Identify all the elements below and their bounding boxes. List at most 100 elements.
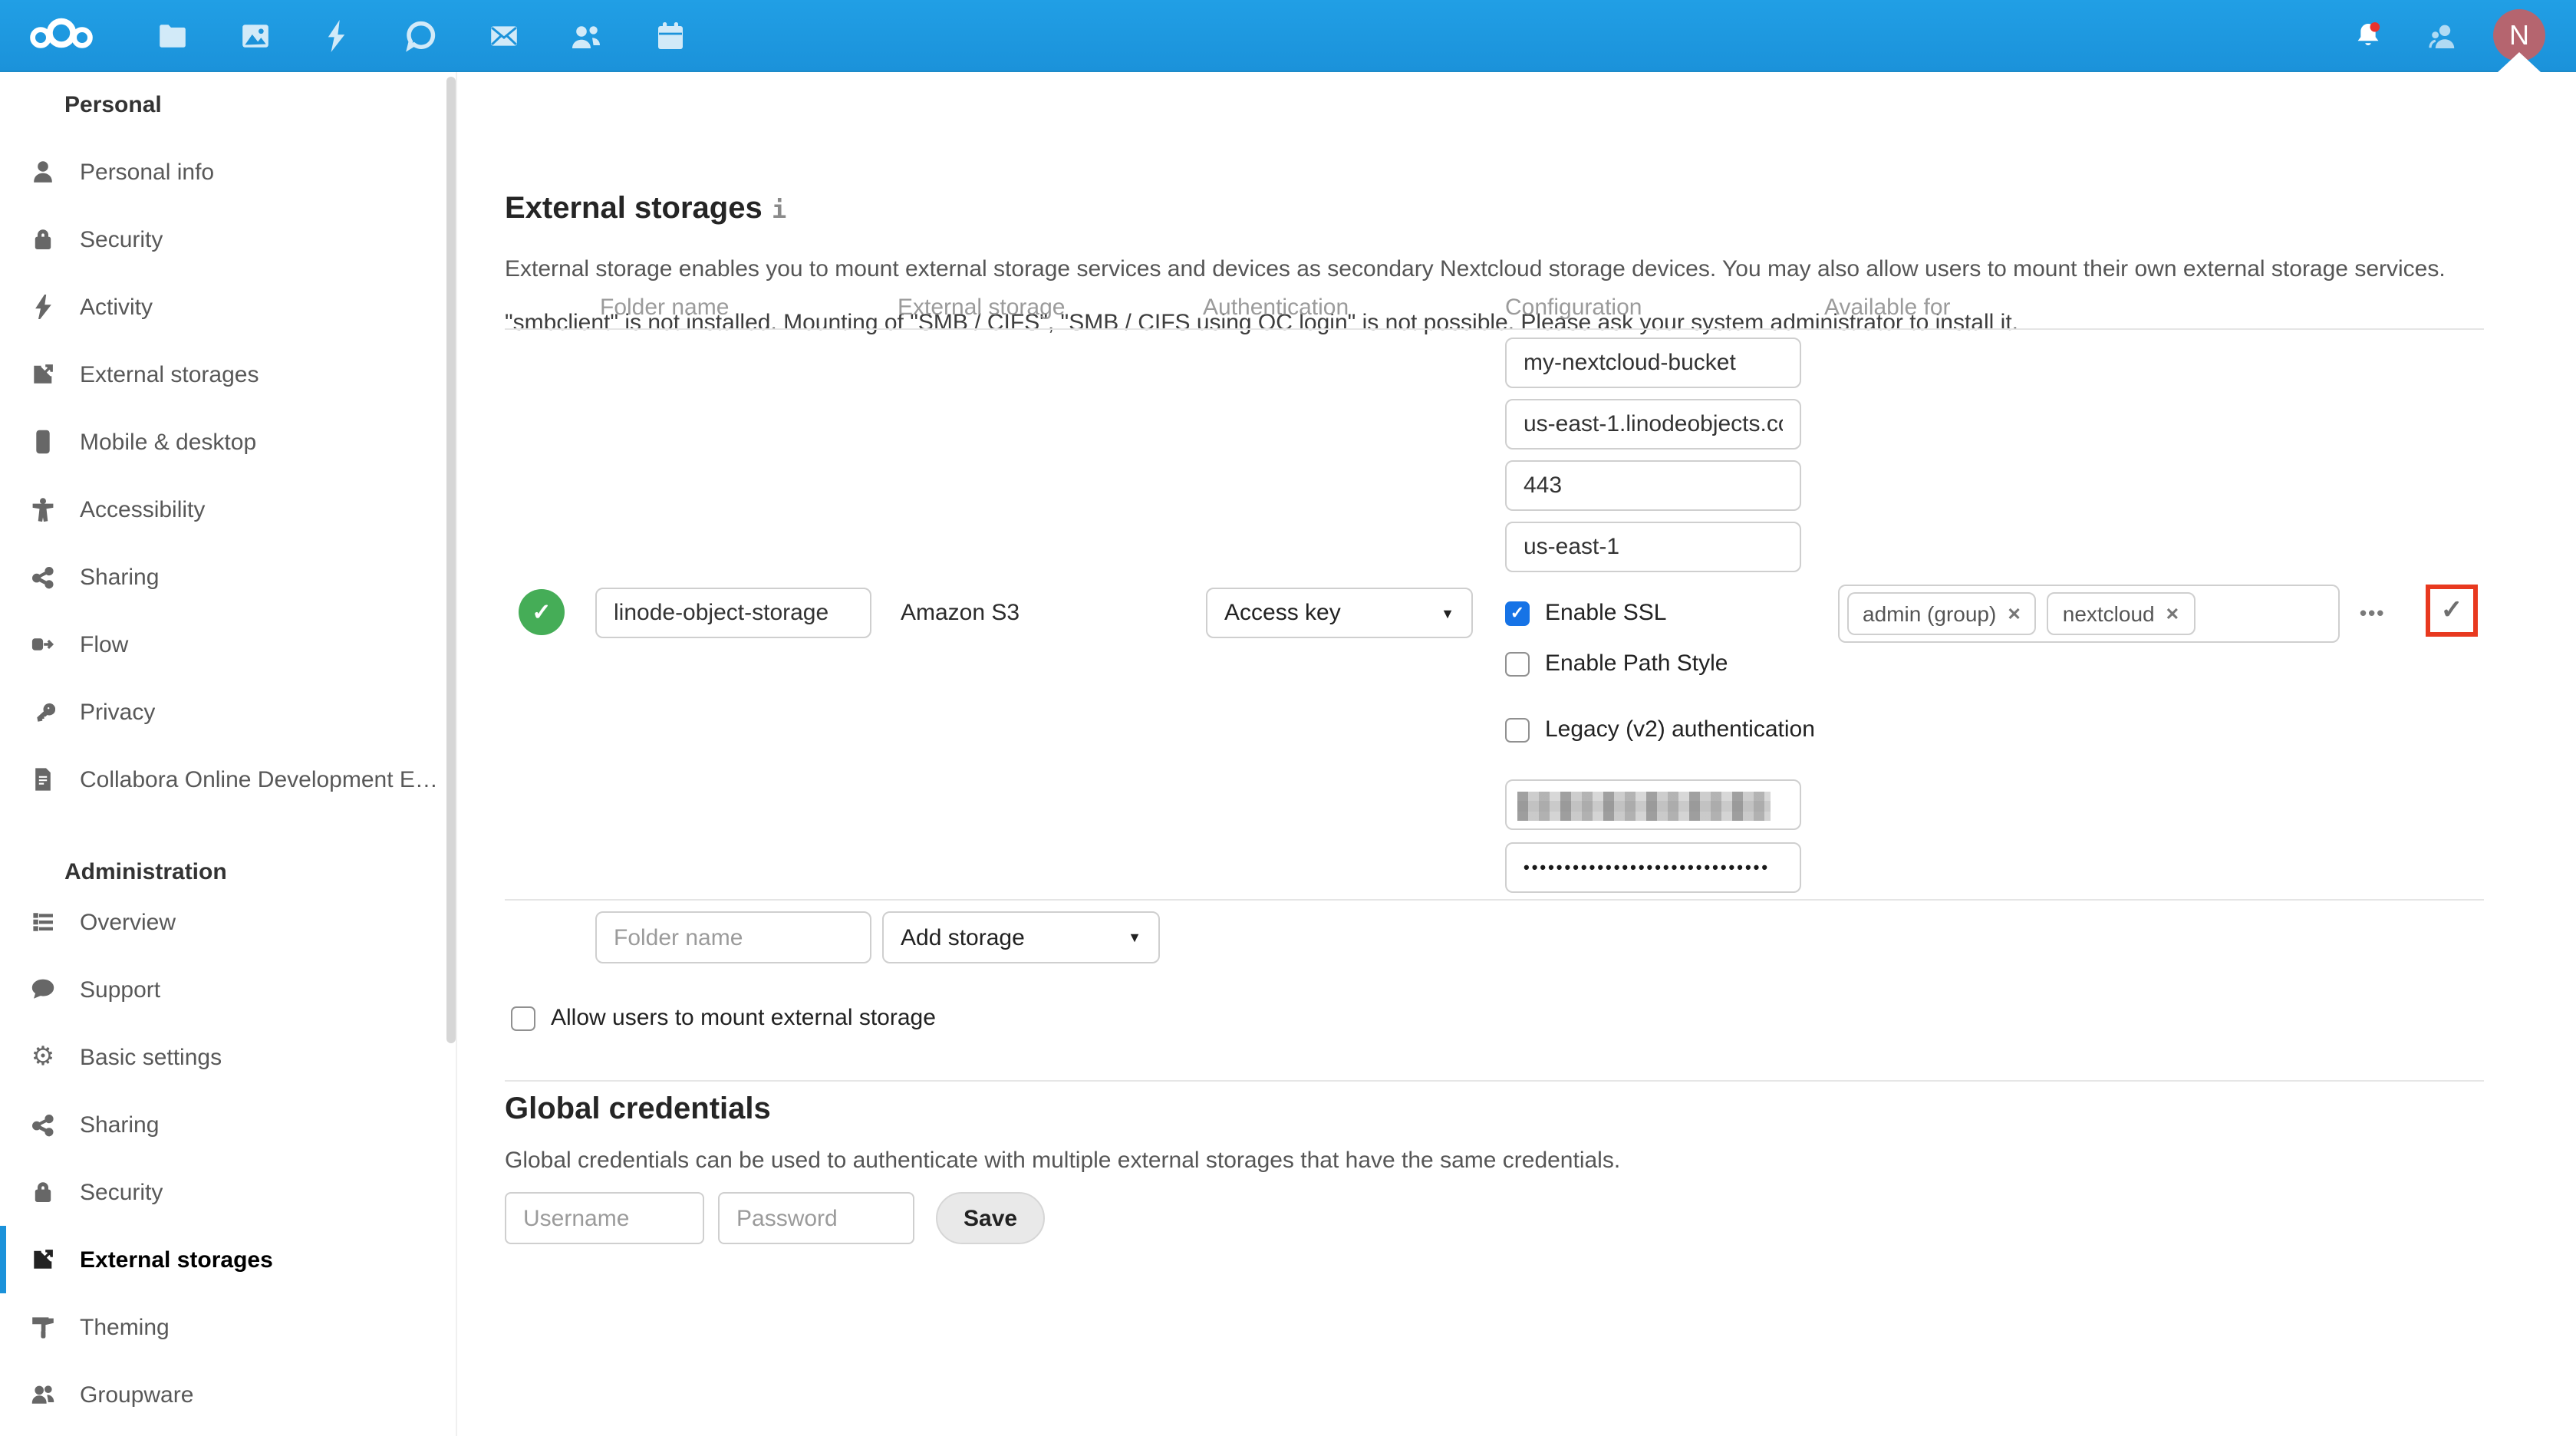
sidebar-item-label: Privacy [80,699,155,725]
save-button[interactable]: Save [936,1192,1045,1244]
remove-chip-icon[interactable]: ✕ [2166,604,2179,624]
photos-app-icon[interactable] [236,17,273,54]
row-options-menu-icon[interactable]: ••• [2360,601,2385,624]
check-icon: ✓ [1510,603,1524,623]
intro-text: External storage enables you to mount ex… [505,256,2446,282]
notifications-bell-icon[interactable] [2349,17,2386,54]
document-icon [31,767,55,792]
sidebar-item-mobile-desktop[interactable]: Mobile & desktop [0,408,456,476]
talk-app-icon[interactable] [402,17,439,54]
sidebar-item-privacy[interactable]: Privacy [0,678,456,746]
external-link-icon [31,362,55,387]
sidebar-item-label: Activity [80,294,153,320]
contacts-app-icon[interactable] [568,17,604,54]
remove-chip-icon[interactable]: ✕ [2007,604,2021,624]
redacted-blur [1517,792,1771,821]
checkbox-unchecked[interactable] [511,1006,535,1030]
sidebar-item-label: Sharing [80,564,159,590]
sidebar-item-flow[interactable]: Flow [0,611,456,678]
global-credentials-description: Global credentials can be used to authen… [505,1148,1620,1174]
section-title-administration: Administration [0,813,456,888]
info-icon[interactable]: i [772,195,786,224]
enable-path-style-checkbox[interactable]: Enable Path Style [1505,650,1728,677]
paint-roller-icon [31,1315,55,1339]
legacy-auth-checkbox[interactable]: Legacy (v2) authentication [1505,716,1815,743]
share-icon [31,1112,55,1137]
available-for-input[interactable]: admin (group) ✕ nextcloud ✕ [1838,585,2340,643]
sidebar-item-overview[interactable]: Overview [0,888,456,956]
checkbox-unchecked[interactable] [1505,651,1530,676]
folder-name-input[interactable] [595,588,871,638]
sidebar-item-accessibility[interactable]: Accessibility [0,476,456,543]
allow-users-checkbox[interactable]: Allow users to mount external storage [511,1005,936,1031]
port-input[interactable] [1505,460,1801,511]
nextcloud-logo-icon[interactable] [26,11,97,64]
files-app-icon[interactable] [153,17,190,54]
flow-icon [31,632,55,657]
column-available-for: Available for [1824,295,1951,321]
settings-menu-pointer [2498,52,2541,72]
chip-label: nextcloud [2063,601,2155,626]
authentication-value: Access key [1224,600,1341,626]
sidebar-item-security-admin[interactable]: Security [0,1158,456,1226]
access-key-input-redacted[interactable] [1505,779,1801,830]
enable-path-style-label: Enable Path Style [1545,650,1728,677]
sidebar-item-activity[interactable]: Activity [0,273,456,341]
sidebar-item-label: Groupware [80,1382,193,1408]
save-storage-button-highlighted[interactable]: ✓ [2426,585,2478,637]
sidebar-item-external-storages-admin[interactable]: External storages [0,1226,456,1293]
activity-app-icon[interactable] [318,17,354,54]
sidebar-item-sharing-personal[interactable]: Sharing [0,543,456,611]
column-configuration: Configuration [1505,295,1642,321]
sidebar-item-support[interactable]: Support [0,956,456,1023]
sidebar-item-basic-settings[interactable]: ⚙ Basic settings [0,1023,456,1091]
lock-icon [31,1180,55,1204]
sidebar-item-external-storages-personal[interactable]: External storages [0,341,456,408]
calendar-app-icon[interactable] [652,17,689,54]
contacts-menu-icon[interactable] [2424,17,2461,54]
sidebar-item-label: Sharing [80,1112,159,1138]
accessibility-icon [31,497,55,522]
sidebar-item-label: Personal info [80,159,214,185]
checkbox-unchecked[interactable] [1505,717,1530,742]
sidebar-item-label: Accessibility [80,496,205,522]
sidebar-item-sharing-admin[interactable]: Sharing [0,1091,456,1158]
section-title-personal: Personal [0,72,456,138]
check-icon: ✓ [532,598,551,626]
legacy-auth-label: Legacy (v2) authentication [1545,716,1815,743]
enable-ssl-checkbox[interactable]: ✓ Enable SSL [1505,600,1666,626]
bucket-input[interactable] [1505,338,1801,388]
mail-app-icon[interactable] [485,17,522,54]
region-input[interactable] [1505,522,1801,572]
row-divider [505,899,2484,901]
sidebar-item-personal-info[interactable]: Personal info [0,138,456,206]
user-chip[interactable]: nextcloud ✕ [2047,592,2195,635]
secret-key-input[interactable]: •••••••••••••••••••••••••••••• [1505,842,1801,893]
password-field[interactable] [718,1192,914,1244]
section-divider [505,1080,2484,1082]
sidebar-item-groupware[interactable]: Groupware [0,1361,456,1428]
add-storage-select[interactable]: Add storage ▼ [882,911,1160,963]
hostname-input[interactable] [1505,399,1801,450]
username-field[interactable] [505,1192,704,1244]
page-title: External storages [505,192,763,227]
chevron-down-icon: ▼ [1441,605,1454,621]
sidebar-item-theming[interactable]: Theming [0,1293,456,1361]
sidebar-item-label: Support [80,977,160,1003]
authentication-select[interactable]: Access key ▼ [1206,588,1473,638]
sidebar-item-label: Security [80,1179,163,1205]
column-folder-name: Folder name [600,295,729,321]
sidebar-scrollbar[interactable] [446,77,456,1043]
sidebar-item-label: Flow [80,631,128,657]
sidebar-item-collabora[interactable]: Collabora Online Development Edit... [0,746,456,813]
group-chip[interactable]: admin (group) ✕ [1847,592,2037,635]
key-icon [31,700,55,724]
new-folder-name-input[interactable] [595,911,871,963]
sidebar-item-security-personal[interactable]: Security [0,206,456,273]
enable-ssl-label: Enable SSL [1545,600,1666,626]
gear-icon: ⚙ [31,1045,55,1069]
sidebar-item-label: Theming [80,1314,170,1340]
masked-secret: •••••••••••••••••••••••••••••• [1524,858,1770,877]
phone-icon [31,430,55,454]
checkbox-checked-icon[interactable]: ✓ [1505,601,1530,625]
